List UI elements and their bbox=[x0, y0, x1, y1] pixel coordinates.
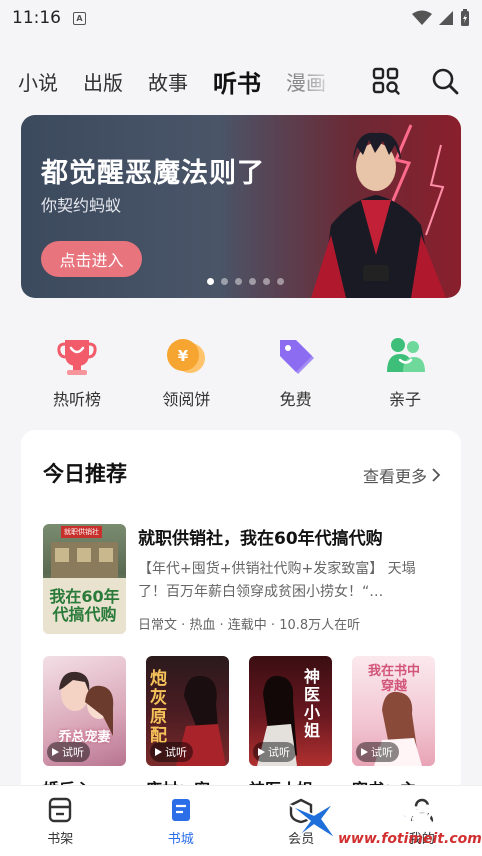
book-cover[interactable]: 神医小姐 试听 bbox=[249, 656, 332, 766]
book-description: 【年代+囤货+供销社代购+发家致富】 天塌了！百万年薪白领穿成贫困小捞女！“… bbox=[138, 561, 416, 600]
cover-title: 我在书中穿越 bbox=[367, 664, 420, 694]
promo-banner[interactable]: 都觉醒恶魔法则了 你契约蚂蚁 点击进入 bbox=[21, 115, 461, 298]
tab-publishing[interactable]: 出版 bbox=[83, 67, 123, 96]
quick-entry-label: 领阅饼 bbox=[162, 390, 211, 409]
trial-badge[interactable]: 试听 bbox=[356, 742, 399, 762]
bottom-tab-label: 书架 bbox=[47, 832, 74, 847]
book-cover[interactable]: 就职供销社 我在60年代搞代购 bbox=[43, 524, 126, 634]
banner-pagination bbox=[207, 278, 284, 285]
quick-entry-label: 热听榜 bbox=[52, 390, 101, 409]
trial-label: 试听 bbox=[165, 746, 187, 759]
cover-badge: 就职供销社 bbox=[61, 526, 102, 538]
play-icon bbox=[258, 748, 265, 756]
trial-badge[interactable]: 试听 bbox=[150, 742, 193, 762]
trial-label: 试听 bbox=[62, 746, 84, 759]
trial-label: 试听 bbox=[371, 746, 393, 759]
banner-title: 都觉醒恶魔法则了 bbox=[41, 158, 265, 189]
trial-badge[interactable]: 试听 bbox=[47, 742, 90, 762]
status-time: 11:16 bbox=[12, 8, 61, 28]
quick-entries: 热听榜 ¥ 领阅饼 免费 亲子 bbox=[21, 334, 461, 410]
cover-title: 我在60年代搞代购 bbox=[49, 587, 120, 624]
pagination-dot bbox=[235, 278, 242, 285]
bottom-tab-vip[interactable]: 会员 bbox=[241, 786, 362, 856]
profile-icon bbox=[410, 798, 433, 823]
trial-label: 试听 bbox=[268, 746, 290, 759]
section-title: 今日推荐 bbox=[43, 462, 127, 486]
notification-a-icon: A bbox=[73, 11, 86, 25]
quick-entry-coins[interactable]: ¥ 领阅饼 bbox=[146, 334, 226, 410]
play-icon bbox=[155, 748, 162, 756]
tab-novel[interactable]: 小说 bbox=[18, 67, 58, 96]
bottom-tab-label: 书城 bbox=[167, 832, 194, 847]
recommend-card: 今日推荐 查看更多 就职供销社 我在60年代搞代购 就职供销社，我在60年代搞代… bbox=[21, 430, 461, 830]
tag-icon bbox=[279, 340, 314, 374]
book-cover[interactable]: 我在书中穿越 试听 bbox=[352, 656, 435, 766]
signal-icon bbox=[439, 11, 453, 25]
status-bar: 11:16 A bbox=[0, 0, 482, 36]
pagination-dot bbox=[263, 278, 270, 285]
see-more-link[interactable]: 查看更多 bbox=[363, 463, 441, 487]
featured-book[interactable]: 就职供销社 我在60年代搞代购 就职供销社，我在60年代搞代购 【年代+囤货+供… bbox=[43, 524, 443, 636]
cover-title: 炮灰原配 bbox=[150, 669, 167, 746]
bottom-tab-label: 会员 bbox=[288, 832, 315, 847]
pagination-dot bbox=[249, 278, 256, 285]
status-icons bbox=[412, 9, 470, 27]
wifi-icon bbox=[412, 10, 432, 25]
pagination-dot bbox=[277, 278, 284, 285]
bottom-tab-bar: 书架 书城 会员 我的 bbox=[0, 785, 482, 856]
see-more-label: 查看更多 bbox=[362, 467, 427, 486]
bookshelf-icon bbox=[49, 797, 72, 823]
play-icon bbox=[52, 748, 59, 756]
quick-entry-label: 亲子 bbox=[388, 390, 421, 409]
trial-badge[interactable]: 试听 bbox=[253, 742, 296, 762]
coin-icon: ¥ bbox=[167, 339, 206, 373]
top-nav: 小说 出版 故事 听书 漫画 bbox=[0, 58, 482, 104]
banner-character-illustration bbox=[311, 124, 446, 298]
chevron-right-icon bbox=[432, 468, 441, 482]
cover-title: 神医小姐 bbox=[303, 667, 320, 740]
banner-enter-button[interactable]: 点击进入 bbox=[41, 241, 142, 277]
category-grid-icon[interactable] bbox=[371, 66, 401, 96]
quick-entry-free[interactable]: 免费 bbox=[256, 334, 336, 410]
quick-entry-hot-chart[interactable]: 热听榜 bbox=[37, 334, 117, 410]
bottom-tab-bookstore[interactable]: 书城 bbox=[121, 786, 242, 856]
bookstore-icon bbox=[171, 799, 190, 821]
quick-entry-family[interactable]: 亲子 bbox=[365, 334, 445, 410]
play-icon bbox=[361, 748, 368, 756]
channel-tabs: 小说 出版 故事 听书 漫画 bbox=[0, 63, 340, 99]
battery-icon bbox=[461, 9, 469, 26]
bottom-tab-label: 我的 bbox=[408, 832, 435, 847]
book-cover[interactable]: 乔总宠妻 试听 bbox=[43, 656, 126, 766]
bottom-tab-profile[interactable]: 我的 bbox=[362, 786, 482, 856]
pagination-dot bbox=[207, 278, 214, 285]
bottom-tab-bookshelf[interactable]: 书架 bbox=[0, 786, 121, 856]
pagination-dot bbox=[221, 278, 228, 285]
book-meta: 日常文 · 热血 · 连载中 · 10.8万人在听 bbox=[138, 618, 361, 633]
quick-entry-label: 免费 bbox=[279, 390, 312, 409]
search-icon[interactable] bbox=[430, 66, 460, 96]
book-cover[interactable]: 炮灰原配 试听 bbox=[146, 656, 229, 766]
family-icon bbox=[386, 338, 425, 372]
vip-icon bbox=[290, 798, 313, 824]
tab-audiobook[interactable]: 听书 bbox=[213, 64, 261, 99]
trophy-icon bbox=[57, 340, 97, 375]
book-title[interactable]: 就职供销社，我在60年代搞代购 bbox=[138, 524, 383, 549]
svg-text:¥: ¥ bbox=[178, 347, 189, 365]
banner-subtitle: 你契约蚂蚁 bbox=[41, 196, 122, 215]
tab-story[interactable]: 故事 bbox=[148, 67, 188, 96]
tab-comic[interactable]: 漫画 bbox=[286, 67, 326, 96]
